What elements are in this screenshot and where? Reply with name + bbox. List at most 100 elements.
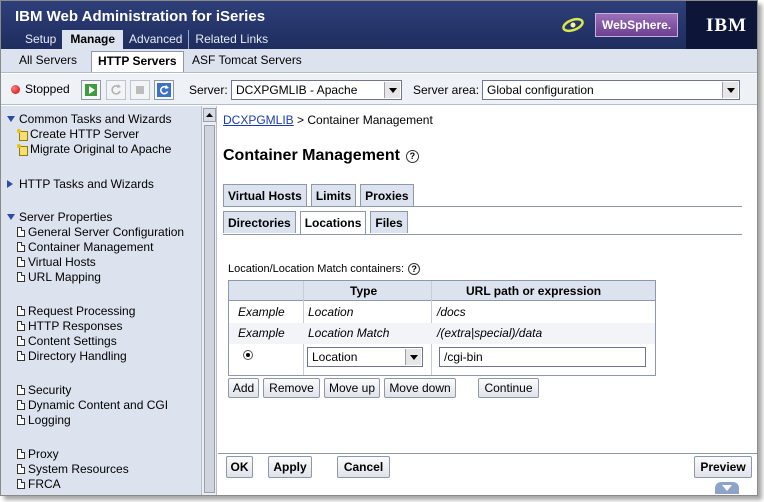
help-icon[interactable]: ?	[405, 149, 419, 163]
page-icon	[17, 385, 25, 395]
tab-all-servers[interactable]: All Servers	[19, 53, 77, 67]
row-url: /docs	[437, 305, 466, 319]
nav-server-properties[interactable]: Server Properties	[7, 210, 112, 224]
expanded-arrow-icon	[7, 116, 15, 122]
help-icon[interactable]: ?	[408, 263, 421, 275]
nav-http-tasks-label: HTTP Tasks and Wizards	[19, 177, 154, 191]
nav-item-label: Proxy	[28, 447, 59, 461]
add-button[interactable]: Add	[228, 378, 259, 398]
nav-create-http-server[interactable]: Create HTTP Server	[17, 127, 139, 141]
nav-directory-handling[interactable]: Directory Handling	[17, 349, 127, 363]
browser-frame: IBM Web Administration for iSeries Setup…	[0, 0, 758, 496]
chevron-down-icon	[405, 349, 421, 365]
nav-content-settings[interactable]: Content Settings	[17, 334, 117, 348]
url-path-input[interactable]: /cgi-bin	[439, 347, 646, 367]
row-url: /(extra|special)/data	[437, 326, 543, 340]
breadcrumb-server-link[interactable]: DCXPGMLIB	[223, 113, 294, 127]
tab-http-servers[interactable]: HTTP Servers	[91, 51, 184, 72]
tab-asf-tomcat-servers[interactable]: ASF Tomcat Servers	[192, 53, 302, 67]
nav-item-label: Virtual Hosts	[28, 255, 96, 269]
tab-related-links[interactable]: Related Links	[188, 30, 274, 49]
stop-button[interactable]	[130, 80, 150, 100]
nav-item-label: Directory Handling	[28, 349, 127, 363]
column-header-url: URL path or expression	[466, 284, 602, 298]
websphere-swirl-icon	[562, 17, 584, 33]
tab-setup[interactable]: Setup	[19, 30, 62, 49]
tab-advanced[interactable]: Advanced	[123, 30, 188, 49]
chevron-down-icon	[384, 82, 400, 98]
top-nav: Setup Manage Advanced Related Links	[19, 30, 274, 49]
nav-common-tasks[interactable]: Common Tasks and Wizards	[7, 112, 172, 126]
ok-button[interactable]: OK	[226, 456, 253, 478]
nav-dynamic-content-cgi[interactable]: Dynamic Content and CGI	[17, 398, 168, 412]
nav-item-label: Request Processing	[28, 304, 136, 318]
preview-button[interactable]: Preview	[694, 456, 752, 478]
nav-logging[interactable]: Logging	[17, 413, 71, 427]
nav-migrate-label: Migrate Original to Apache	[30, 142, 172, 156]
move-down-button[interactable]: Move down	[384, 378, 456, 398]
row-type: Location	[308, 305, 354, 319]
nav-general-server-configuration[interactable]: General Server Configuration	[17, 225, 184, 239]
nav-http-tasks[interactable]: HTTP Tasks and Wizards	[7, 177, 154, 191]
tab-limits[interactable]: Limits	[310, 184, 357, 206]
tab-files[interactable]: Files	[370, 211, 408, 233]
restart-button[interactable]	[106, 80, 126, 100]
server-type-tabs: All Servers HTTP Servers ASF Tomcat Serv…	[1, 49, 757, 73]
nav-migrate-apache[interactable]: Migrate Original to Apache	[17, 142, 171, 156]
nav-security[interactable]: Security	[17, 383, 71, 397]
tab-manage[interactable]: Manage	[62, 30, 124, 49]
start-button[interactable]	[81, 80, 101, 100]
ibm-logo-box: IBM	[686, 1, 757, 49]
cancel-button[interactable]: Cancel	[337, 456, 390, 478]
page-title-text: Container Management	[223, 147, 400, 164]
table-row: Example Location /docs	[229, 302, 655, 323]
nav-http-responses[interactable]: HTTP Responses	[17, 319, 122, 333]
nav-frca[interactable]: FRCA	[17, 477, 61, 491]
row-type: Location Match	[308, 326, 390, 340]
apply-button[interactable]: Apply	[268, 456, 312, 478]
websphere-badge: WebSphere.	[595, 13, 679, 37]
page-icon	[17, 321, 25, 331]
nav-system-resources[interactable]: System Resources	[17, 462, 129, 476]
refresh-icon	[157, 83, 171, 97]
tab-directories[interactable]: Directories	[223, 211, 296, 233]
server-select[interactable]: DCXPGMLIB - Apache	[231, 80, 402, 100]
nav-url-mapping[interactable]: URL Mapping	[17, 270, 101, 284]
move-up-button[interactable]: Move up	[324, 378, 380, 398]
nav-create-http-label: Create HTTP Server	[30, 127, 140, 141]
page-icon	[17, 415, 25, 425]
breadcrumb: DCXPGMLIB > Container Management	[223, 113, 433, 127]
server-area-select-value: Global configuration	[487, 83, 594, 97]
tab-locations[interactable]: Locations	[299, 211, 367, 235]
remove-button[interactable]: Remove	[263, 378, 320, 398]
type-select-value: Location	[312, 350, 358, 364]
nav-container-management[interactable]: Container Management	[17, 240, 153, 254]
nav-scrollbar[interactable]	[201, 106, 217, 495]
page-icon	[17, 272, 25, 282]
section-label: Location/Location Match containers: ?	[228, 263, 421, 275]
nav-proxy[interactable]: Proxy	[17, 447, 59, 461]
refresh-button[interactable]	[154, 80, 174, 100]
tab-virtual-hosts[interactable]: Virtual Hosts	[223, 184, 307, 206]
stop-icon	[136, 86, 144, 94]
start-icon	[85, 84, 97, 96]
nav-scroll-thumb[interactable]	[204, 125, 215, 493]
tab-proxies[interactable]: Proxies	[360, 184, 414, 206]
row-select-radio[interactable]	[243, 350, 253, 360]
nav-common-tasks-label: Common Tasks and Wizards	[19, 112, 172, 126]
page-icon	[17, 479, 25, 489]
nav-server-properties-label: Server Properties	[19, 210, 113, 224]
server-select-value: DCXPGMLIB - Apache	[236, 83, 358, 97]
page-icon	[17, 306, 25, 316]
scroll-up-icon[interactable]	[203, 108, 216, 122]
nav-request-processing[interactable]: Request Processing	[17, 304, 135, 318]
section-label-text: Location/Location Match containers:	[228, 263, 405, 275]
type-select[interactable]: Location	[307, 347, 423, 367]
server-label: Server:	[189, 83, 228, 97]
scroll-down-icon[interactable]	[715, 482, 739, 494]
nav-virtual-hosts[interactable]: Virtual Hosts	[17, 255, 96, 269]
status-stopped-icon	[11, 85, 20, 94]
continue-button[interactable]: Continue	[478, 378, 539, 398]
footer-divider	[218, 453, 757, 454]
server-area-select[interactable]: Global configuration	[482, 80, 740, 100]
